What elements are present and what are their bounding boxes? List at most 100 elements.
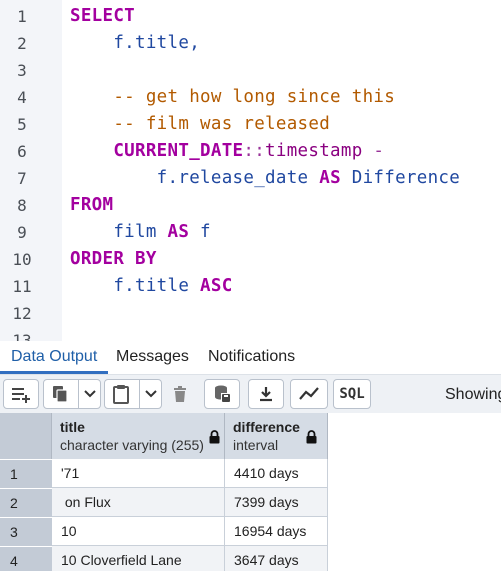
row-number[interactable]: 3 (0, 517, 52, 546)
code-token: timestamp (265, 141, 363, 161)
line-number: 3 (17, 61, 27, 80)
column-type: interval (233, 437, 279, 453)
code-text: CURRENT_DATE::timestamp - (70, 141, 384, 161)
save-data-button[interactable] (204, 379, 240, 409)
code-text: f.title ASC (70, 276, 233, 296)
table-row[interactable]: 2 on Flux 7399 days (0, 488, 328, 517)
result-grid: title character varying (255) difference… (0, 413, 501, 571)
line-number: 2 (17, 34, 27, 53)
line-number: 1 (17, 7, 27, 26)
copy-icon (53, 386, 68, 403)
code-token: f.title (70, 276, 201, 296)
code-text: -- film was released (70, 114, 330, 134)
row-number[interactable]: 1 (0, 459, 52, 488)
line-number: 11 (12, 277, 32, 296)
code-token: ORDER BY (70, 249, 157, 269)
code-token: film (70, 222, 168, 242)
code-line[interactable]: 11 f.title ASC (0, 275, 501, 302)
data-toolbar: SQL Showing (0, 374, 501, 413)
cell-difference[interactable]: 3647 days (225, 546, 328, 571)
code-token: AS (319, 168, 341, 188)
code-line[interactable]: 1 SELECT (0, 5, 501, 32)
code-token: Difference (340, 168, 461, 188)
sql-button[interactable]: SQL (333, 379, 371, 409)
line-number: 9 (17, 223, 27, 242)
download-button[interactable] (248, 379, 284, 409)
code-line[interactable]: 3 (0, 59, 501, 86)
tab-notifications[interactable]: Notifications (208, 348, 295, 366)
code-token: FROM (70, 195, 114, 215)
code-token: f.release_date (70, 168, 320, 188)
code-text: -- get how long since this (70, 87, 395, 107)
line-number: 6 (17, 142, 27, 161)
cell-difference[interactable]: 7399 days (225, 488, 328, 517)
line-number: 13 (12, 331, 32, 341)
code-text: f.title, (70, 33, 200, 53)
row-number[interactable]: 2 (0, 488, 52, 517)
code-token: -- film was released (70, 114, 331, 134)
paste-button-group[interactable] (104, 379, 162, 409)
download-icon (260, 387, 272, 402)
code-line[interactable]: 9 film AS f (0, 221, 501, 248)
tab-data-output[interactable]: Data Output (11, 348, 97, 366)
line-number: 8 (17, 196, 27, 215)
sql-editor[interactable]: 1 SELECT 2 f.title, 3 4 -- get how long sinc… (0, 0, 501, 341)
cell-difference[interactable]: 4410 days (225, 459, 328, 488)
column-name: title (60, 419, 85, 435)
result-tabs: Data Output Messages Notifications (0, 341, 501, 374)
column-header-difference[interactable]: difference interval (225, 413, 328, 459)
line-number: 12 (12, 304, 32, 323)
column-type: character varying (255) (60, 437, 204, 453)
dropdown-chevron-icon[interactable] (84, 389, 96, 399)
code-token: - (362, 141, 385, 161)
column-name: difference (233, 419, 300, 435)
code-line[interactable]: 12 (0, 302, 501, 329)
code-token: f (189, 222, 211, 242)
line-number: 10 (12, 250, 32, 269)
cell-title[interactable]: 10 Cloverfield Lane (52, 546, 225, 571)
code-line[interactable]: 10 ORDER BY (0, 248, 501, 275)
row-number[interactable]: 4 (0, 546, 52, 571)
code-token: -- get how long since this (70, 87, 396, 107)
tab-messages[interactable]: Messages (116, 348, 189, 366)
lock-icon (209, 430, 220, 444)
cell-difference[interactable]: 16954 days (225, 517, 328, 546)
code-line[interactable]: 13 (0, 329, 501, 341)
dropdown-chevron-icon[interactable] (145, 389, 157, 399)
code-token: ASC (200, 276, 233, 296)
code-token: CURRENT_DATE (113, 141, 244, 161)
table-row[interactable]: 3 10 16954 days (0, 517, 328, 546)
delete-button[interactable] (165, 379, 195, 409)
code-text: FROM (70, 195, 113, 215)
code-token: AS (167, 222, 190, 242)
cell-title[interactable]: 10 (52, 517, 225, 546)
add-row-button[interactable] (3, 379, 39, 409)
showing-rows-label: Showing (445, 386, 501, 403)
code-line[interactable]: 8 FROM (0, 194, 501, 221)
code-text: ORDER BY (70, 249, 157, 269)
code-token: SELECT (70, 6, 136, 26)
code-line[interactable]: 7 f.release_date AS Difference (0, 167, 501, 194)
line-number: 7 (17, 169, 27, 188)
grid-corner[interactable] (0, 413, 52, 459)
add-row-icon (12, 388, 30, 403)
graph-visualiser-button[interactable] (290, 379, 328, 409)
code-line[interactable]: 4 -- get how long since this (0, 86, 501, 113)
column-header-title[interactable]: title character varying (255) (52, 413, 225, 459)
line-number: 5 (17, 115, 27, 134)
table-row[interactable]: 1 '71 4410 days (0, 459, 328, 488)
cell-title[interactable]: '71 (52, 459, 225, 488)
delete-icon (174, 386, 186, 402)
code-line[interactable]: 6 CURRENT_DATE::timestamp - (0, 140, 501, 167)
code-line[interactable]: 2 f.title, (0, 32, 501, 59)
copy-button-group[interactable] (43, 379, 101, 409)
code-text: SELECT (70, 6, 135, 26)
cell-title[interactable]: on Flux (52, 488, 225, 517)
lock-icon (306, 430, 317, 444)
paste-icon (113, 385, 129, 404)
code-text: film AS f (70, 222, 211, 242)
table-row[interactable]: 4 10 Cloverfield Lane 3647 days (0, 546, 328, 571)
code-token: :: (243, 141, 266, 161)
code-line[interactable]: 5 -- film was released (0, 113, 501, 140)
